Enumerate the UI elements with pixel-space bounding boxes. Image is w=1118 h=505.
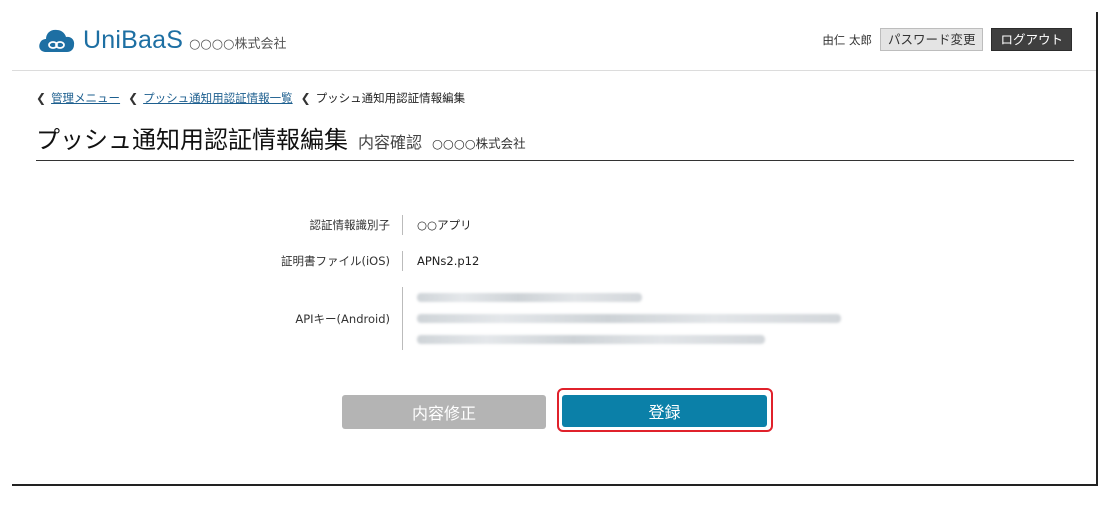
- certificate-value: APNs2.p12: [402, 251, 479, 271]
- page-subtitle: 内容確認: [358, 133, 423, 152]
- breadcrumb-link-credential-list[interactable]: プッシュ通知用認証情報一覧: [143, 90, 293, 106]
- user-name: 由仁 太郎: [822, 32, 872, 47]
- api-key-value: [402, 287, 841, 350]
- header-company-name: ○○○○株式会社: [189, 36, 287, 52]
- chevron-left-icon: ❮: [300, 91, 311, 105]
- breadcrumb: ❮ 管理メニュー ❮ プッシュ通知用認証情報一覧 ❮ プッシュ通知用認証情報編集: [36, 90, 465, 106]
- app-window: UniBaaS ○○○○株式会社 由仁 太郎 パスワード変更 ログアウト ❮ 管…: [12, 12, 1098, 486]
- chevron-left-icon: ❮: [36, 91, 47, 105]
- detail-row-api-key: APIキー(Android): [252, 287, 841, 350]
- logout-button[interactable]: ログアウト: [991, 28, 1072, 51]
- certificate-label: 証明書ファイル(iOS): [280, 254, 390, 268]
- redacted-text: [417, 335, 765, 344]
- breadcrumb-link-admin-menu[interactable]: 管理メニュー: [51, 90, 120, 106]
- redacted-text: [417, 314, 841, 323]
- detail-row-certificate: 証明書ファイル(iOS) APNs2.p12: [252, 251, 841, 271]
- header-user-area: 由仁 太郎 パスワード変更 ログアウト: [822, 28, 1072, 51]
- credential-details: 認証情報識別子 ○○アプリ 証明書ファイル(iOS) APNs2.p12 API…: [252, 215, 841, 366]
- header: UniBaaS ○○○○株式会社 由仁 太郎 パスワード変更 ログアウト: [12, 12, 1096, 71]
- identifier-label: 認証情報識別子: [309, 218, 391, 232]
- page-header: プッシュ通知用認証情報編集 内容確認 ○○○○株式会社: [36, 120, 1074, 161]
- identifier-value: ○○アプリ: [402, 215, 472, 235]
- logo[interactable]: UniBaaS ○○○○株式会社: [38, 25, 286, 55]
- page-title: プッシュ通知用認証情報編集: [36, 126, 348, 154]
- edit-content-button[interactable]: 内容修正: [342, 395, 546, 429]
- api-key-label: APIキー(Android): [295, 311, 390, 326]
- detail-row-identifier: 認証情報識別子 ○○アプリ: [252, 215, 841, 235]
- register-button[interactable]: 登録: [562, 395, 767, 427]
- logo-text: UniBaaS: [83, 25, 184, 54]
- chevron-left-icon: ❮: [128, 91, 139, 105]
- action-buttons: 内容修正 登録: [342, 388, 782, 435]
- redacted-text: [417, 293, 642, 302]
- page-company-name: ○○○○株式会社: [432, 136, 526, 151]
- cloud-link-icon: [39, 29, 75, 52]
- breadcrumb-current: プッシュ通知用認証情報編集: [315, 91, 466, 105]
- password-change-button[interactable]: パスワード変更: [879, 28, 984, 51]
